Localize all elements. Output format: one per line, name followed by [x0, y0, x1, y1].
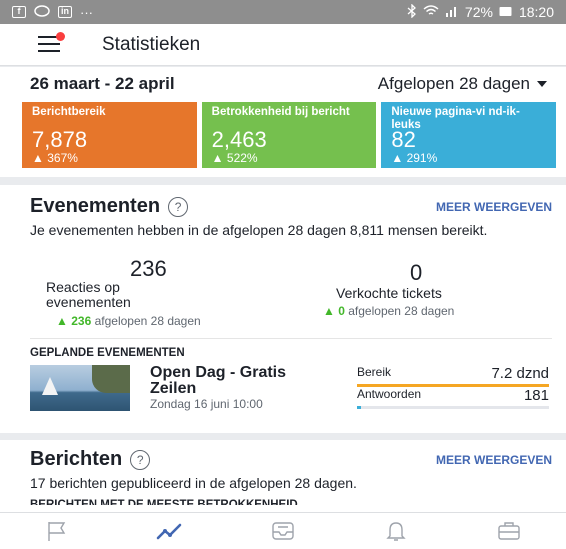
event-card[interactable]: Open Dag - Gratis Zeilen Zondag 16 juni … [0, 359, 566, 417]
caret-down-icon [537, 81, 547, 87]
bluetooth-icon [407, 2, 417, 21]
posts-heading: Berichten [30, 448, 123, 470]
reactions-sub: ▲ 236 afgelopen 28 dagen [56, 314, 201, 328]
events-description: Je evenementen hebben in de afgelopen 28… [30, 222, 488, 238]
inbox-icon[interactable] [263, 516, 303, 546]
posts-more-link[interactable]: MEER WEERGEVEN [436, 453, 552, 467]
tile-delta: ▲ 522% [211, 151, 258, 165]
battery-icon [499, 4, 513, 20]
event-date: Zondag 16 juni 10:00 [150, 397, 263, 411]
tile-post-reach[interactable]: Berichtbereik 7,878 ▲ 367% [22, 102, 197, 168]
clock: 18:20 [518, 4, 554, 20]
event-title: Open Dag - Gratis Zeilen [150, 364, 287, 397]
battery-level: 72% [464, 4, 493, 20]
tickets-label: Verkochte tickets [336, 285, 442, 301]
answers-bar [357, 406, 549, 409]
summary-section: 26 maart - 22 april Afgelopen 28 dagen B… [0, 67, 566, 177]
bottom-tab-bar [0, 512, 566, 549]
tickets-sub: ▲ 0 afgelopen 28 dagen [323, 304, 455, 318]
event-answers: Antwoorden 181 [357, 387, 549, 404]
briefcase-icon[interactable] [489, 516, 529, 546]
period-label: Afgelopen 28 dagen [377, 74, 530, 93]
tile-new-page-likes[interactable]: Nieuwe pagina-vi nd-ik-leuks 82 ▲ 291% [381, 102, 557, 168]
status-bar: f in ··· 72% 18:20 [0, 0, 566, 24]
tile-value: 82 [391, 127, 416, 152]
planned-events-heading: GEPLANDE EVENEMENTEN [30, 338, 552, 359]
app-header: Statistieken [0, 24, 566, 66]
tile-label: Berichtbereik [32, 106, 106, 118]
page-title: Statistieken [102, 33, 201, 55]
signal-icon [445, 4, 459, 20]
help-icon[interactable]: ? [168, 196, 189, 217]
menu-icon[interactable] [38, 32, 65, 52]
events-section: Evenementen ? MEER WEERGEVEN Je evenemen… [0, 185, 566, 433]
tile-value: 7,878 [32, 127, 88, 152]
events-heading: Evenementen [30, 195, 161, 217]
insights-icon[interactable] [150, 516, 190, 546]
tile-delta: ▲ 367% [32, 151, 78, 165]
reactions-value: 236 [130, 256, 167, 281]
posts-subheading: BERICHTEN MET DE MEESTE BETROKKENHEID [30, 499, 298, 505]
tickets-value: 0 [410, 260, 423, 285]
tile-value: 2,463 [211, 127, 267, 152]
bell-icon[interactable] [376, 516, 416, 546]
help-icon[interactable]: ? [130, 449, 151, 470]
facebook-icon: f [12, 6, 26, 18]
period-dropdown[interactable]: Afgelopen 28 dagen [378, 74, 548, 94]
tile-label: Betrokkenheid bij bericht [211, 106, 350, 118]
date-range: 26 maart - 22 april [30, 74, 175, 93]
tile-post-engagement[interactable]: Betrokkenheid bij bericht 2,463 ▲ 522% [201, 102, 377, 168]
wifi-icon [423, 4, 439, 20]
posts-section: Berichten ? MEER WEERGEVEN 17 berichten … [0, 440, 566, 512]
event-reach: Bereik 7.2 dznd [357, 365, 549, 382]
event-thumbnail [30, 365, 130, 411]
linkedin-icon: in [58, 6, 72, 18]
posts-description: 17 berichten gepubliceerd in de afgelope… [30, 475, 357, 491]
tile-delta: ▲ 291% [391, 151, 438, 165]
chat-icon [34, 4, 50, 20]
reactions-label: Reacties op evenementen [46, 279, 131, 310]
more-icon: ··· [80, 4, 93, 20]
flag-icon[interactable] [37, 516, 77, 546]
notification-dot [56, 32, 65, 41]
events-more-link[interactable]: MEER WEERGEVEN [436, 200, 552, 214]
